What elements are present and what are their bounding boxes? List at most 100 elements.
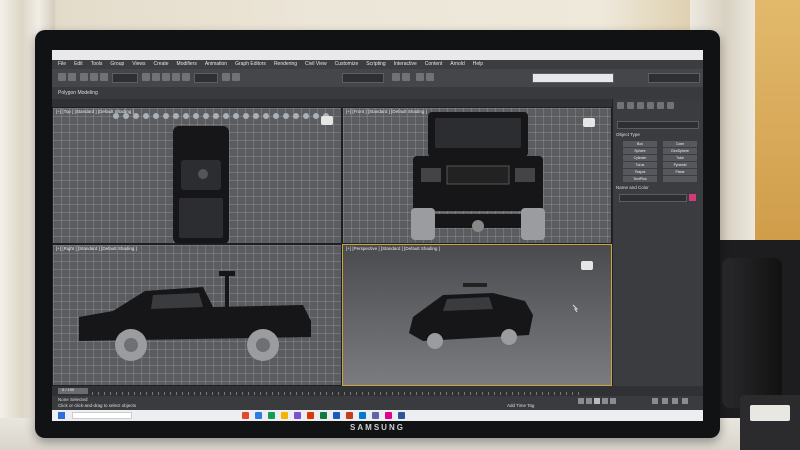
project-path-field[interactable] — [532, 73, 614, 83]
align-button[interactable] — [402, 73, 410, 81]
viewport-top[interactable]: [+] [Top ] [Standard ] [Default Shading … — [52, 107, 342, 244]
undo-button[interactable] — [58, 73, 66, 81]
named-selection-dropdown[interactable] — [342, 73, 384, 83]
object-type-button[interactable]: GeoSphere — [663, 148, 697, 154]
angle-snap-button[interactable] — [232, 73, 240, 81]
menu-item[interactable]: Modifiers — [177, 60, 197, 69]
unlink-button[interactable] — [90, 73, 98, 81]
taskbar-apps — [242, 412, 405, 419]
app-icon[interactable] — [255, 412, 262, 419]
viewport-front[interactable]: [+] [Front ] [Standard ] [Default Shadin… — [342, 107, 612, 244]
previous-frame-button[interactable] — [586, 398, 592, 404]
object-name-field[interactable] — [619, 194, 687, 202]
menu-item[interactable]: Rendering — [274, 60, 297, 69]
menu-item[interactable]: Edit — [74, 60, 83, 69]
viewport-right[interactable]: [+] [Right ] [Standard ] [Default Shadin… — [52, 244, 342, 386]
go-to-start-button[interactable] — [578, 398, 584, 404]
timeline[interactable]: 0 / 100 — [52, 386, 703, 396]
app-icon[interactable] — [268, 412, 275, 419]
rotate-button[interactable] — [172, 73, 180, 81]
menu-item[interactable]: Help — [473, 60, 483, 69]
object-type-button[interactable]: Box — [623, 141, 657, 147]
menu-item[interactable]: Scripting — [366, 60, 385, 69]
play-button[interactable] — [594, 398, 600, 404]
object-type-button[interactable]: Tube — [663, 155, 697, 161]
object-type-button[interactable]: Cone — [663, 141, 697, 147]
object-color-swatch[interactable] — [689, 194, 696, 201]
menu-item[interactable]: Tools — [91, 60, 103, 69]
create-tab-icon[interactable] — [617, 102, 624, 109]
object-type-button[interactable]: Torus — [623, 162, 657, 168]
menu-item[interactable]: Animation — [205, 60, 227, 69]
motion-tab-icon[interactable] — [647, 102, 654, 109]
next-frame-button[interactable] — [602, 398, 608, 404]
menu-item[interactable]: Civil View — [305, 60, 327, 69]
object-type-button[interactable]: Plane — [663, 169, 697, 175]
app-icon[interactable] — [385, 412, 392, 419]
bind-button[interactable] — [100, 73, 108, 81]
primitive-type-dropdown[interactable] — [617, 121, 699, 129]
viewport-perspective[interactable]: [+] [Perspective ] [Standard ] [Default … — [342, 244, 612, 386]
monitor: File Edit Tools Group Views Create Modifiers An… — [35, 30, 720, 438]
menu-item[interactable]: Customize — [335, 60, 359, 69]
object-type-button[interactable]: Sphere — [623, 148, 657, 154]
display-tab-icon[interactable] — [657, 102, 664, 109]
app-icon[interactable] — [320, 412, 327, 419]
render-button[interactable] — [426, 73, 434, 81]
prompt-line: Click or click-and-drag to select object… — [58, 403, 137, 408]
menu-item[interactable]: Arnold — [450, 60, 464, 69]
select-by-name-button[interactable] — [152, 73, 160, 81]
zoom-button[interactable] — [652, 398, 658, 404]
redo-button[interactable] — [68, 73, 76, 81]
app-icon[interactable] — [333, 412, 340, 419]
object-type-button[interactable]: Cylinder — [623, 155, 657, 161]
selection-filter-dropdown[interactable] — [112, 73, 138, 83]
selection-status: None Selected — [58, 397, 88, 402]
pan-button[interactable] — [662, 398, 668, 404]
utilities-tab-icon[interactable] — [667, 102, 674, 109]
app-icon[interactable] — [294, 412, 301, 419]
add-time-tag[interactable]: Add Time Tag — [507, 403, 534, 408]
hierarchy-tab-icon[interactable] — [637, 102, 644, 109]
go-to-end-button[interactable] — [610, 398, 616, 404]
app-icon[interactable] — [242, 412, 249, 419]
object-type-button[interactable] — [663, 176, 697, 182]
monitor-brand-logo: SAMSUNG — [350, 423, 405, 432]
taskbar-search[interactable] — [72, 412, 132, 419]
mirror-button[interactable] — [392, 73, 400, 81]
object-type-button[interactable]: Teapot — [623, 169, 657, 175]
menu-item[interactable]: Views — [132, 60, 145, 69]
menu-item[interactable]: Graph Editors — [235, 60, 266, 69]
truck-perspective-view — [409, 283, 579, 349]
menu-item[interactable]: Content — [425, 60, 443, 69]
app-icon[interactable] — [346, 412, 353, 419]
workspace-dropdown[interactable] — [648, 73, 700, 83]
app-icon[interactable] — [359, 412, 366, 419]
object-type-button[interactable]: TextPlus — [623, 176, 657, 182]
ribbon: Polygon Modeling — [52, 87, 703, 99]
reference-coordinate-dropdown[interactable] — [194, 73, 218, 83]
maximize-viewport-button[interactable] — [682, 398, 688, 404]
ribbon-label: Polygon Modeling — [58, 90, 98, 96]
link-button[interactable] — [80, 73, 88, 81]
select-button[interactable] — [142, 73, 150, 81]
menu-item[interactable]: Group — [110, 60, 124, 69]
app-icon[interactable] — [398, 412, 405, 419]
render-setup-button[interactable] — [416, 73, 424, 81]
scale-button[interactable] — [182, 73, 190, 81]
app-icon[interactable] — [372, 412, 379, 419]
printer — [740, 395, 800, 450]
modify-tab-icon[interactable] — [627, 102, 634, 109]
frame-counter: 0 / 100 — [62, 387, 75, 392]
snap-button[interactable] — [222, 73, 230, 81]
window-title-bar — [52, 50, 703, 60]
orbit-button[interactable] — [672, 398, 678, 404]
app-icon[interactable] — [307, 412, 314, 419]
object-type-button[interactable]: Pyramid — [663, 162, 697, 168]
menu-item[interactable]: File — [58, 60, 66, 69]
windows-start-icon[interactable] — [58, 412, 65, 419]
menu-item[interactable]: Create — [154, 60, 169, 69]
move-button[interactable] — [162, 73, 170, 81]
app-icon[interactable] — [281, 412, 288, 419]
menu-item[interactable]: Interactive — [394, 60, 417, 69]
